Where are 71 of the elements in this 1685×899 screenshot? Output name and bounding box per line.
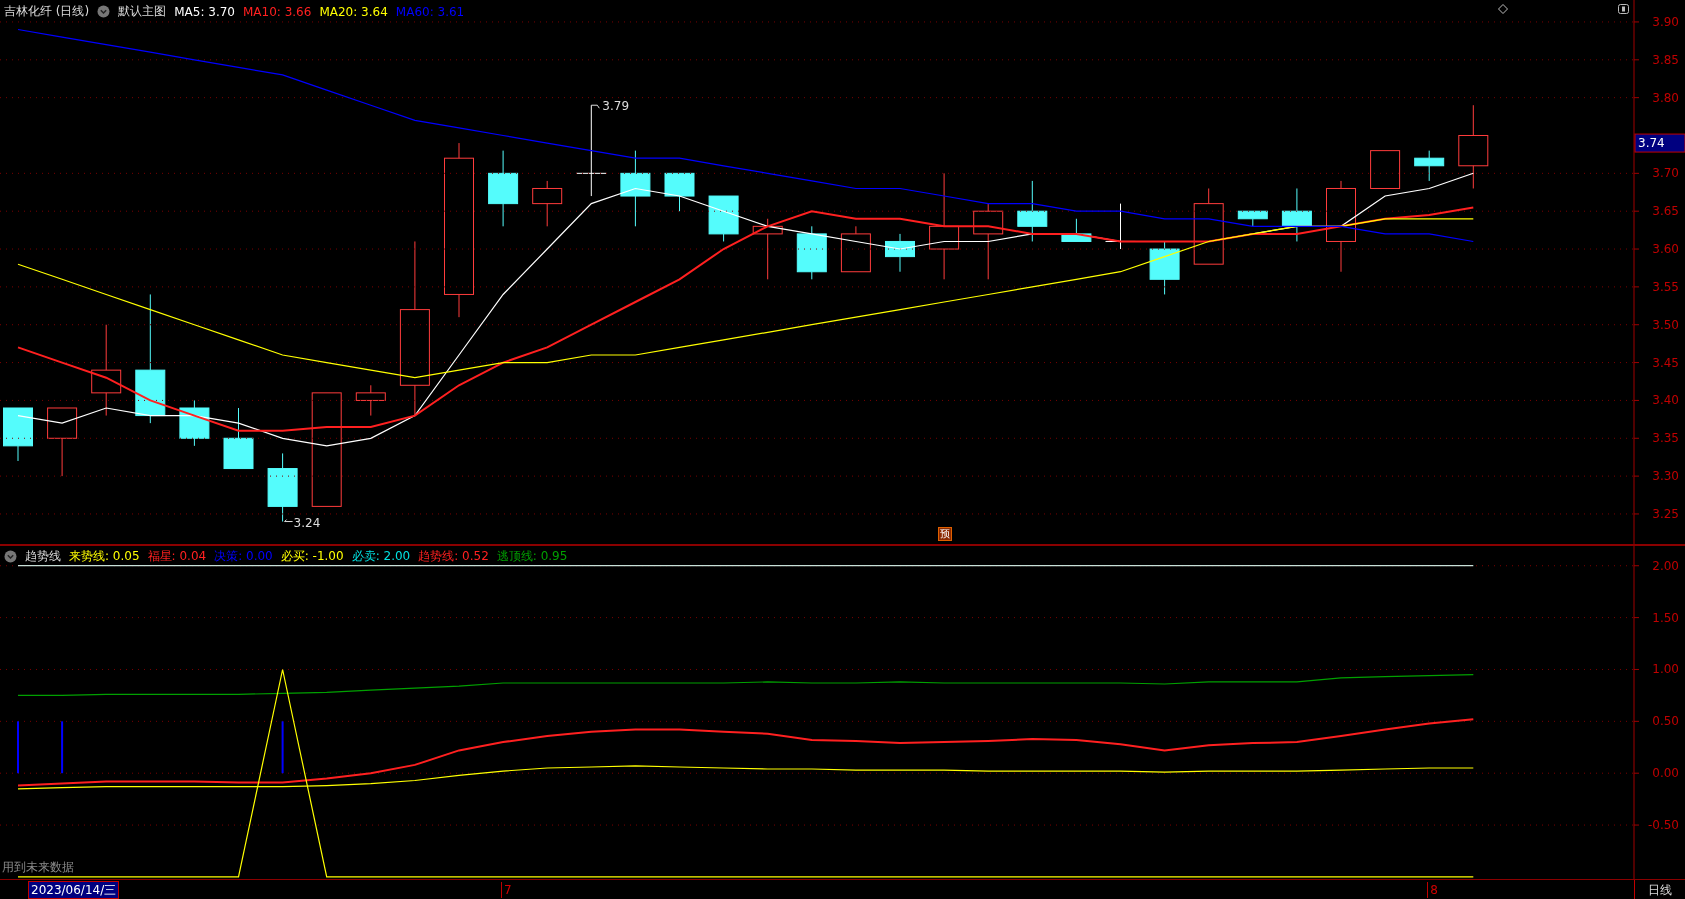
forecast-marker: 预 [938,527,953,541]
legend-value: 来势线: 0.05 [69,548,140,565]
candlestick [1017,180,1048,242]
legend-value: 必卖: 2.00 [351,548,411,565]
warning-note: 用到未来数据 [2,859,74,876]
legend-value: MA60: 3.61 [395,4,465,19]
axis-label: 3.55 [1652,279,1679,294]
leader-line [590,104,600,109]
cursor-date: 2023/06/14/三 [28,881,120,899]
template-name[interactable]: 默认主图 [118,3,167,20]
chart-title: 吉林化纤 (日线) [4,3,90,20]
diamond-icon[interactable] [1498,4,1508,14]
candlestick [796,225,827,280]
indicator-bar [281,721,284,774]
candlestick [752,218,783,280]
candlestick [3,407,33,462]
current-price: 3.74 [1638,136,1665,151]
current-price-badge [1634,133,1685,153]
candlestick [708,195,739,242]
axis-label: 3.60 [1652,242,1679,257]
axis-label: 0.00 [1652,766,1679,781]
candlestick [885,233,915,273]
axis-label: -0.50 [1647,818,1679,833]
axis-label: 3.30 [1652,469,1679,484]
candlestick [47,407,78,477]
legend-value: 福星: 0.04 [147,548,207,565]
candlestick [1237,210,1268,227]
dropdown-icon[interactable] [4,550,17,563]
indicator-bar [61,721,64,774]
legend-value: 必买: -1.00 [280,548,344,565]
axis-label: 3.50 [1652,317,1679,332]
period-label[interactable]: 日线 [1634,880,1685,899]
candlestick [1370,150,1401,189]
candlestick [1149,240,1180,295]
dropdown-icon[interactable] [97,5,111,18]
indicator-name: 趋势线 [25,548,61,565]
axis-label: 3.70 [1652,166,1679,181]
candlestick [664,172,695,212]
axis-label: 3.35 [1652,431,1679,446]
leader-line [284,519,294,523]
high-price-label: 3.79 [602,99,629,114]
axis-label: 3.80 [1652,90,1679,105]
candlestick [532,180,563,227]
legend-value: 逃顶线: 0.95 [496,548,568,565]
candlestick [1414,150,1445,182]
axis-label: 0.50 [1652,714,1679,729]
candlestick [223,407,254,470]
axis-label: 1.50 [1652,610,1679,625]
axis-label: 3.40 [1652,393,1679,408]
low-price-label: 3.24 [293,515,321,530]
candlestick [179,399,210,447]
axis-label: 3.90 [1652,14,1679,29]
axis-label: 3.45 [1652,355,1679,370]
panel-icon[interactable] [1618,4,1629,14]
candlestick [840,225,871,273]
legend-value: MA10: 3.66 [242,4,312,19]
legend-value: 决策: 0.00 [214,548,273,565]
candlestick [1061,218,1092,242]
legend-value: MA5: 3.70 [174,4,235,19]
indicator-bar [17,721,19,774]
candlestick [355,384,386,417]
axis-label: 3.65 [1652,204,1679,219]
legend-value: 趋势线: 0.52 [418,548,489,565]
axis-label: 3.85 [1652,52,1679,67]
time-tick: 8 [1427,882,1438,898]
time-tick: 7 [501,882,512,898]
axis-label: 1.00 [1652,662,1679,677]
axis-label: 3.25 [1652,506,1679,521]
axis-label: 2.00 [1652,558,1679,573]
candlestick [1281,188,1312,242]
legend-value: MA20: 3.64 [319,4,388,19]
